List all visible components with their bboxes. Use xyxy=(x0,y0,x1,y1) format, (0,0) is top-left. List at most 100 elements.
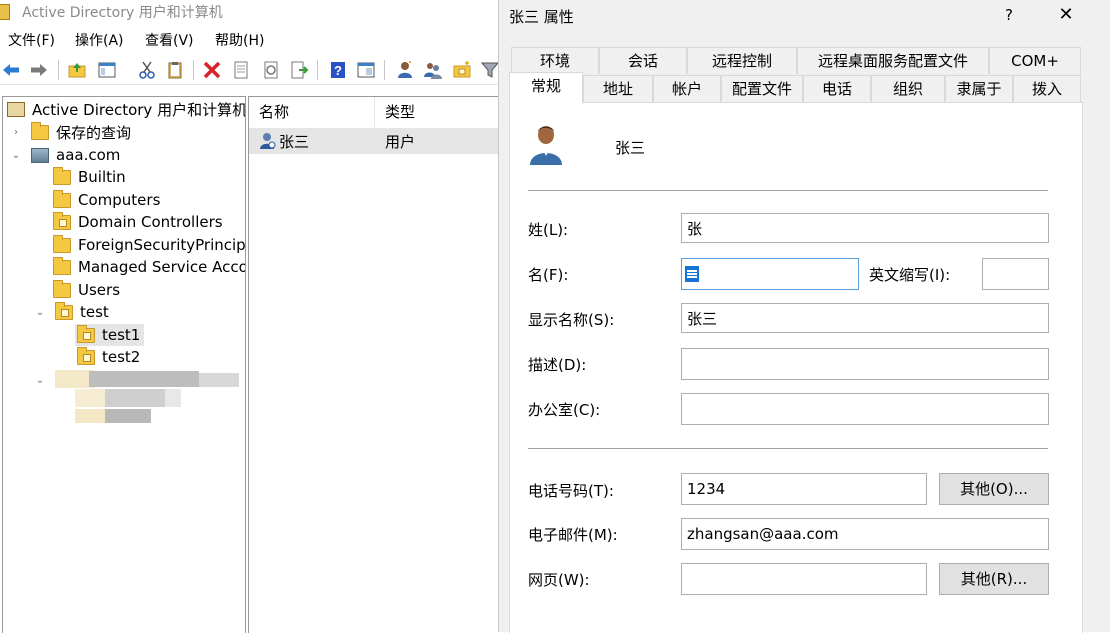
tree-root-label: Active Directory 用户和计算机 [ xyxy=(32,100,246,119)
tab-rds-profile[interactable]: 远程桌面服务配置文件 xyxy=(797,47,989,74)
cut-icon[interactable] xyxy=(136,59,158,81)
tab-dial-in[interactable]: 拨入 xyxy=(1013,75,1081,102)
tree-item-redacted[interactable]: ⌄ xyxy=(35,369,55,391)
text-cursor-icon xyxy=(685,265,699,282)
export-icon[interactable] xyxy=(288,59,310,81)
tree-item-test[interactable]: ⌄ test xyxy=(35,301,109,323)
tab-remote-control[interactable]: 远程控制 xyxy=(687,47,797,74)
refresh-icon[interactable] xyxy=(260,59,282,81)
help-button[interactable]: ? xyxy=(999,4,1019,26)
other-webpage-button[interactable]: 其他(R)... xyxy=(939,563,1049,595)
description-field[interactable] xyxy=(681,348,1049,380)
folder-icon xyxy=(53,189,71,208)
new-group-icon[interactable] xyxy=(422,59,444,81)
office-label: 办公室(C): xyxy=(528,401,601,419)
tree-item-label: 保存的查询 xyxy=(56,123,132,142)
tab-address[interactable]: 地址 xyxy=(583,75,653,102)
email-field[interactable] xyxy=(681,518,1049,550)
table-row[interactable]: 张三 用户 xyxy=(249,128,501,154)
column-header-type[interactable]: 类型 xyxy=(375,97,501,127)
mmc-window: Active Directory 用户和计算机 文件(F) 操作(A) 查看(V… xyxy=(0,0,501,633)
tree-item-label: test1 xyxy=(102,326,141,344)
tree-item-test2[interactable]: test2 xyxy=(77,346,140,368)
properties-icon[interactable] xyxy=(230,59,252,81)
chevron-down-icon[interactable]: ⌄ xyxy=(35,375,45,386)
tree-item-test1[interactable]: test1 xyxy=(75,324,145,346)
window-titlebar: Active Directory 用户和计算机 xyxy=(0,0,498,24)
tab-telephones[interactable]: 电话 xyxy=(803,75,871,102)
phone-label: 电话号码(T): xyxy=(528,482,614,500)
first-name-field[interactable] xyxy=(681,258,859,290)
tree-pane: Active Directory 用户和计算机 [ › 保存的查询 ⌄ aaa.… xyxy=(2,96,246,633)
tree-root[interactable]: Active Directory 用户和计算机 [ xyxy=(7,98,246,120)
webpage-field[interactable] xyxy=(681,563,927,595)
toolbar-separator xyxy=(58,60,59,80)
menu-action[interactable]: 操作(A) xyxy=(75,30,124,50)
ou-folder-icon xyxy=(77,324,95,343)
initials-label: 英文缩写(I): xyxy=(869,266,951,284)
initials-field[interactable] xyxy=(982,258,1049,290)
delete-icon[interactable] xyxy=(201,59,223,81)
tree-item-managed-service-accounts[interactable]: Managed Service Accou xyxy=(53,256,246,278)
new-ou-icon[interactable] xyxy=(451,59,473,81)
folder-icon xyxy=(53,234,71,253)
tab-account[interactable]: 帐户 xyxy=(653,75,721,102)
user-avatar-icon xyxy=(528,123,564,165)
new-user-icon[interactable] xyxy=(394,59,416,81)
tab-member-of[interactable]: 隶属于 xyxy=(945,75,1013,102)
clipboard-icon[interactable] xyxy=(164,59,186,81)
menu-view[interactable]: 查看(V) xyxy=(145,30,194,50)
tree-item-label: Users xyxy=(78,281,121,299)
up-folder-icon[interactable] xyxy=(66,59,88,81)
tab-organization[interactable]: 组织 xyxy=(871,75,945,102)
chevron-down-icon[interactable]: ⌄ xyxy=(11,150,21,161)
tree-item-saved-queries[interactable]: › 保存的查询 xyxy=(11,121,131,143)
forward-arrow-icon[interactable] xyxy=(28,59,50,81)
tree-item-label: Domain Controllers xyxy=(78,213,223,231)
console-pane-icon[interactable] xyxy=(355,59,377,81)
tree-item-label: ForeignSecurityPrincipal xyxy=(78,236,246,254)
tree-item-computers[interactable]: Computers xyxy=(53,189,160,211)
tree-item-label: test xyxy=(80,303,109,321)
menu-bar: 文件(F) 操作(A) 查看(V) 帮助(H) xyxy=(0,28,498,52)
ou-folder-icon xyxy=(55,301,73,320)
ou-folder-icon xyxy=(77,346,95,365)
toolbar-separator xyxy=(193,60,194,80)
tab-environment[interactable]: 环境 xyxy=(511,47,599,74)
show-pane-icon[interactable] xyxy=(96,59,118,81)
display-name-label: 显示名称(S): xyxy=(528,311,615,329)
user-icon xyxy=(259,132,277,150)
chevron-down-icon[interactable]: ⌄ xyxy=(35,307,45,318)
row-name: 张三 xyxy=(279,133,310,151)
ad-root-icon xyxy=(7,101,25,117)
menu-help[interactable]: 帮助(H) xyxy=(215,30,264,50)
tree-item-domain-controllers[interactable]: Domain Controllers xyxy=(53,211,223,233)
tab-general[interactable]: 常规 xyxy=(509,72,583,104)
last-name-field[interactable] xyxy=(681,213,1049,243)
toolbar-separator xyxy=(384,60,385,80)
column-header-name[interactable]: 名称 xyxy=(249,97,375,127)
webpage-label: 网页(W): xyxy=(528,571,590,589)
tree-item-label: Managed Service Accou xyxy=(78,258,246,276)
user-display-name: 张三 xyxy=(615,139,646,157)
tree-item-builtin[interactable]: Builtin xyxy=(53,166,126,188)
office-field[interactable] xyxy=(681,393,1049,425)
other-phone-button[interactable]: 其他(O)... xyxy=(939,473,1049,505)
tree-item-users[interactable]: Users xyxy=(53,279,120,301)
back-arrow-icon[interactable] xyxy=(0,59,22,81)
help-icon[interactable]: ? xyxy=(327,59,349,81)
menu-file[interactable]: 文件(F) xyxy=(8,30,55,50)
tree-item-label: aaa.com xyxy=(56,146,121,164)
toolbar-separator xyxy=(317,60,318,80)
tree-item-domain[interactable]: ⌄ aaa.com xyxy=(11,144,121,166)
close-button[interactable]: ✕ xyxy=(1055,4,1077,26)
display-name-field[interactable] xyxy=(681,303,1049,333)
tree-item-foreign-security-principals[interactable]: ForeignSecurityPrincipal xyxy=(53,234,246,256)
tab-com-plus[interactable]: COM+ xyxy=(989,47,1081,74)
phone-field[interactable] xyxy=(681,473,927,505)
svg-text:?: ? xyxy=(334,63,342,78)
tab-sessions[interactable]: 会话 xyxy=(599,47,687,74)
tab-profile[interactable]: 配置文件 xyxy=(721,75,803,102)
chevron-right-icon[interactable]: › xyxy=(11,127,21,138)
last-name-label: 姓(L): xyxy=(528,221,569,239)
